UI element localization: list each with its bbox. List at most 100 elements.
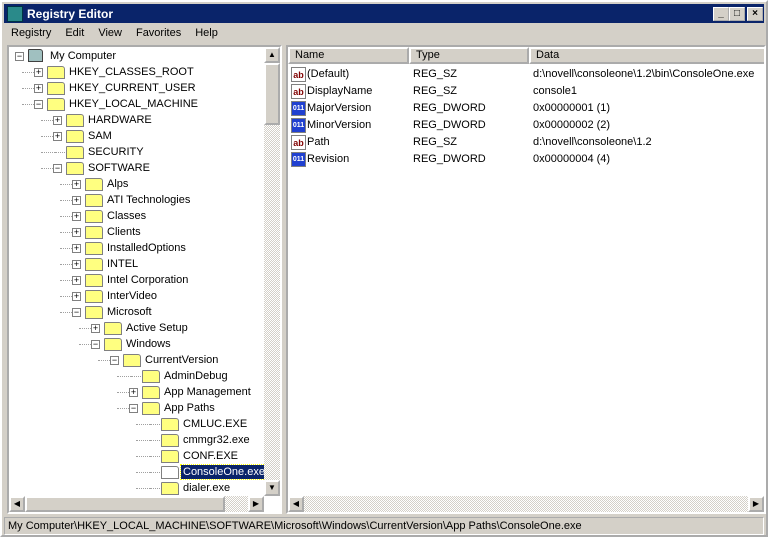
column-header-type[interactable]: Type — [409, 47, 529, 64]
scroll-thumb[interactable] — [25, 496, 225, 512]
tree-connector — [136, 424, 150, 425]
collapse-icon[interactable]: − — [53, 164, 62, 173]
expand-icon[interactable]: + — [53, 116, 62, 125]
tree-node[interactable]: + InterVideo — [9, 288, 264, 304]
tree-node[interactable]: + HARDWARE — [9, 112, 264, 128]
values-list[interactable]: Name Type Data ◀ ▶ ab (Default) REG_SZ d… — [286, 45, 766, 514]
folder-icon — [85, 210, 103, 223]
scroll-right-button[interactable]: ▶ — [748, 496, 764, 512]
tree-node[interactable]: CONF.EXE — [9, 448, 264, 464]
tree-node-label: Intel Corporation — [107, 274, 189, 286]
collapse-icon[interactable]: − — [15, 52, 24, 61]
tree-node[interactable]: + HKEY_CURRENT_USER — [9, 80, 264, 96]
expand-icon[interactable]: + — [72, 228, 81, 237]
value-row[interactable]: 011 110 Revision REG_DWORD 0x00000004 (4… — [288, 151, 758, 177]
tree-node[interactable]: AdminDebug — [9, 368, 264, 384]
tree-node[interactable]: − Windows — [9, 336, 264, 352]
column-header-data[interactable]: Data — [529, 47, 764, 64]
tree-node[interactable]: − App Paths — [9, 400, 264, 416]
expand-icon[interactable]: + — [72, 196, 81, 205]
tree-node[interactable]: − HKEY_LOCAL_MACHINE — [9, 96, 264, 112]
value-name: MinorVersion — [307, 119, 372, 131]
tree-connector — [55, 152, 65, 153]
collapse-icon[interactable]: − — [129, 404, 138, 413]
menu-view[interactable]: View — [91, 25, 129, 43]
tree-node[interactable]: + Classes — [9, 208, 264, 224]
expand-icon[interactable]: + — [72, 212, 81, 221]
tree-node[interactable]: + INTEL — [9, 256, 264, 272]
collapse-icon[interactable]: − — [110, 356, 119, 365]
expand-icon[interactable]: + — [53, 132, 62, 141]
tree-node[interactable]: + Clients — [9, 224, 264, 240]
tree-node[interactable]: cmmgr32.exe — [9, 432, 264, 448]
value-row[interactable]: 011 110 MinorVersion REG_DWORD 0x0000000… — [288, 117, 758, 143]
scroll-up-button[interactable]: ▲ — [264, 47, 280, 63]
tree-node[interactable]: + Intel Corporation — [9, 272, 264, 288]
expand-icon[interactable]: + — [91, 324, 100, 333]
registry-tree[interactable]: dialer.exe ConsoleOne.exe CONF.EXE cmmgr32.… — [7, 45, 282, 514]
tree-node-label: Microsoft — [107, 306, 152, 318]
tree-node[interactable]: − My Computer — [9, 48, 264, 64]
expand-icon[interactable]: + — [72, 260, 81, 269]
computer-icon — [28, 49, 43, 62]
folder-icon — [66, 114, 84, 127]
tree-node[interactable]: + HKEY_CLASSES_ROOT — [9, 64, 264, 80]
value-data: 0x00000001 (1) — [533, 102, 611, 114]
tree-node[interactable]: + InstalledOptions — [9, 240, 264, 256]
expand-icon[interactable]: + — [72, 292, 81, 301]
tree-node[interactable]: dialer.exe — [9, 480, 264, 496]
folder-icon — [161, 418, 179, 431]
tree-horizontal-scrollbar[interactable]: ◀ ▶ — [9, 496, 264, 512]
expand-icon[interactable]: + — [34, 84, 43, 93]
tree-node[interactable]: + Alps — [9, 176, 264, 192]
scroll-left-button[interactable]: ◀ — [288, 496, 304, 512]
tree-node[interactable]: SECURITY — [9, 144, 264, 160]
column-header-name[interactable]: Name — [288, 47, 409, 64]
minimize-button[interactable]: _ — [713, 7, 729, 21]
maximize-button[interactable]: □ — [729, 7, 745, 21]
tree-node[interactable]: − Microsoft — [9, 304, 264, 320]
scroll-right-button[interactable]: ▶ — [248, 496, 264, 512]
tree-node[interactable]: ConsoleOne.exe — [9, 464, 268, 480]
menu-help[interactable]: Help — [188, 25, 225, 43]
menu-edit[interactable]: Edit — [58, 25, 91, 43]
expand-icon[interactable]: + — [34, 68, 43, 77]
scroll-thumb[interactable] — [264, 63, 280, 125]
tree-node-label: ConsoleOne.exe — [180, 464, 268, 480]
expand-icon[interactable]: + — [129, 388, 138, 397]
collapse-icon[interactable]: − — [72, 308, 81, 317]
value-row[interactable]: ab DisplayName REG_SZ console1 — [288, 83, 758, 100]
tree-node[interactable]: − SOFTWARE — [9, 160, 264, 176]
folder-icon — [66, 162, 84, 175]
collapse-icon[interactable]: − — [91, 340, 100, 349]
menu-registry[interactable]: Registry — [4, 25, 58, 43]
tree-node[interactable]: − CurrentVersion — [9, 352, 264, 368]
tree-node[interactable]: + App Management — [9, 384, 264, 400]
scroll-left-button[interactable]: ◀ — [9, 496, 25, 512]
tree-node[interactable]: CMLUC.EXE — [9, 416, 264, 432]
folder-icon — [47, 98, 65, 111]
close-button[interactable]: × — [747, 7, 763, 21]
folder-icon — [85, 274, 103, 287]
folder-icon — [66, 146, 84, 159]
tree-node[interactable]: + ATI Technologies — [9, 192, 264, 208]
value-row[interactable]: ab Path REG_SZ d:\novell\consoleone\1.2 — [288, 134, 758, 151]
value-row[interactable]: 011 110 MajorVersion REG_DWORD 0x0000000… — [288, 100, 758, 126]
list-horizontal-scrollbar[interactable]: ◀ ▶ — [288, 496, 764, 512]
tree-node[interactable]: + SAM — [9, 128, 264, 144]
expand-icon[interactable]: + — [72, 276, 81, 285]
tree-connector — [136, 488, 150, 489]
tree-node[interactable]: + Active Setup — [9, 320, 264, 336]
value-row[interactable]: ab (Default) REG_SZ d:\novell\consoleone… — [288, 66, 758, 83]
scroll-down-button[interactable]: ▼ — [264, 480, 280, 496]
tree-node-label: HARDWARE — [88, 114, 152, 126]
expand-icon[interactable]: + — [72, 180, 81, 189]
menu-favorites[interactable]: Favorites — [129, 25, 188, 43]
expand-icon[interactable]: + — [72, 244, 81, 253]
tree-node-label: CurrentVersion — [145, 354, 219, 366]
value-name: MajorVersion — [307, 102, 372, 114]
collapse-icon[interactable]: − — [34, 100, 43, 109]
value-type: REG_SZ — [413, 136, 458, 148]
tree-vertical-scrollbar[interactable]: ▲ ▼ — [264, 47, 280, 496]
tree-node-label: CMLUC.EXE — [183, 418, 248, 430]
